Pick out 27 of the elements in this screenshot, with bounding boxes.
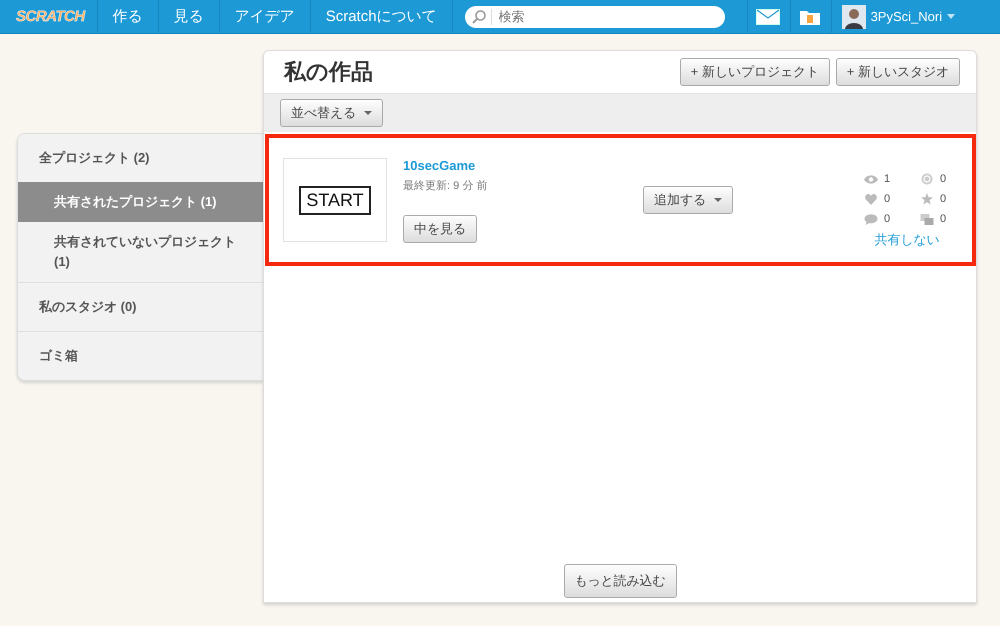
sidebar-item[interactable]: 共有されたプロジェクト (1) bbox=[18, 182, 263, 222]
new-item-button[interactable]: + 新しいスタジオ bbox=[836, 58, 960, 86]
search-field[interactable]: 検索 bbox=[464, 6, 725, 28]
stat-count: 0 bbox=[940, 193, 946, 205]
last-updated-text: 最終更新: 9 分 前 bbox=[403, 178, 488, 192]
see-inside-button[interactable]: 中を見る bbox=[403, 214, 477, 242]
stat-count: 1 bbox=[884, 173, 890, 185]
mail-icon[interactable] bbox=[756, 8, 780, 24]
stat-count: 0 bbox=[940, 173, 946, 185]
project-thumbnail[interactable]: START bbox=[283, 158, 387, 242]
stat-count: 0 bbox=[884, 193, 890, 205]
load-more-button[interactable]: もっと読み込む bbox=[564, 564, 676, 598]
avatar-icon[interactable] bbox=[842, 4, 866, 28]
page-title: 私の作品 bbox=[284, 58, 373, 86]
eye-icon bbox=[864, 174, 878, 184]
stacked-squares-icon bbox=[920, 214, 934, 224]
speech-bubble-icon bbox=[864, 214, 878, 224]
stat-count: 0 bbox=[940, 213, 946, 225]
heart-icon bbox=[864, 194, 878, 204]
new-item-button[interactable]: + 新しいプロジェクト bbox=[680, 58, 830, 86]
sort-dropdown[interactable]: 並べ替える bbox=[280, 99, 383, 127]
add-to-dropdown[interactable]: 追加する bbox=[643, 186, 733, 214]
caret-icon[interactable] bbox=[947, 14, 956, 19]
sidebar-item[interactable]: 共有されていないプロジェクト (1) bbox=[18, 222, 263, 282]
sidebar-item[interactable]: 全プロジェクト (2) bbox=[18, 134, 263, 182]
stat-count: 0 bbox=[884, 213, 890, 225]
star-icon bbox=[920, 193, 934, 205]
